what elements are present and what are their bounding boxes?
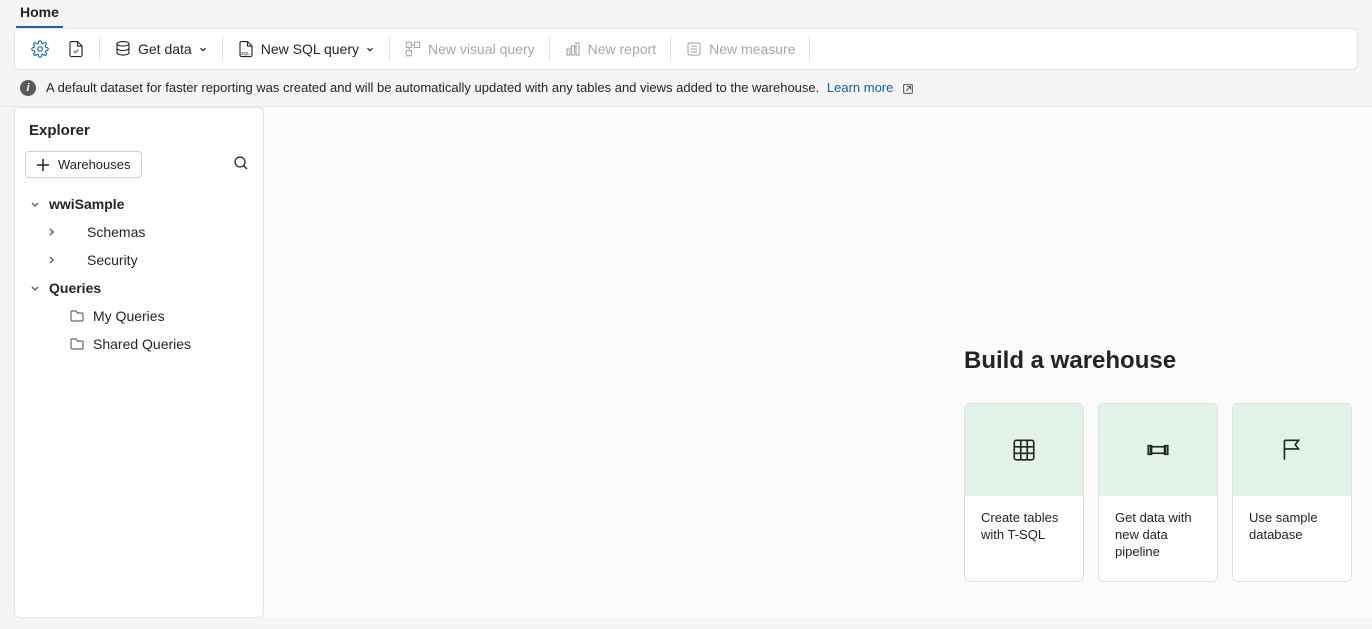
warehouse-label: wwiSample xyxy=(49,196,124,212)
add-warehouses-button[interactable]: Warehouses xyxy=(25,151,142,178)
refresh-button[interactable] xyxy=(59,36,93,62)
card-get-data-pipeline-label: Get data with new data pipeline xyxy=(1099,496,1217,581)
new-report-button: New report xyxy=(556,36,664,62)
info-text: A default dataset for faster reporting w… xyxy=(46,80,915,96)
chevron-right-icon xyxy=(45,254,57,266)
toolbar-separator xyxy=(389,37,390,61)
plus-icon xyxy=(36,158,50,172)
database-icon xyxy=(114,40,132,58)
new-visual-query-button: New visual query xyxy=(396,36,543,62)
toolbar-separator xyxy=(549,37,550,61)
tree-node-queries[interactable]: Queries xyxy=(25,274,253,302)
security-label: Security xyxy=(87,252,138,268)
toolbar: Get data SQL New SQL query New visual qu… xyxy=(14,28,1358,70)
search-icon xyxy=(233,155,249,171)
shared-queries-label: Shared Queries xyxy=(93,336,191,352)
tab-home[interactable]: Home xyxy=(16,0,63,28)
toolbar-separator xyxy=(809,37,810,61)
refresh-icon xyxy=(67,40,85,58)
toolbar-separator xyxy=(670,37,671,61)
get-data-label: Get data xyxy=(138,41,192,57)
tree-node-shared-queries[interactable]: Shared Queries xyxy=(25,330,253,358)
new-sql-query-label: New SQL query xyxy=(261,41,359,57)
info-bar: i A default dataset for faster reporting… xyxy=(0,70,1372,107)
new-measure-button: New measure xyxy=(677,36,803,62)
new-report-label: New report xyxy=(588,41,656,57)
new-sql-query-button[interactable]: SQL New SQL query xyxy=(229,36,383,62)
learn-more-link[interactable]: Learn more xyxy=(827,80,893,95)
toolbar-separator xyxy=(222,37,223,61)
build-cards: Create tables with T-SQL Get data with n… xyxy=(964,403,1352,582)
chevron-right-icon xyxy=(45,226,57,238)
report-icon xyxy=(564,40,582,58)
settings-button[interactable] xyxy=(23,36,57,62)
tree-node-schemas[interactable]: Schemas xyxy=(25,218,253,246)
card-get-data-pipeline[interactable]: Get data with new data pipeline xyxy=(1098,403,1218,582)
tab-bar: Home xyxy=(0,0,1372,28)
folder-icon xyxy=(69,308,85,324)
card-use-sample-label: Use sample database xyxy=(1233,496,1351,564)
chevron-down-icon xyxy=(365,44,375,54)
schemas-label: Schemas xyxy=(87,224,145,240)
info-icon: i xyxy=(20,80,36,96)
tree-node-my-queries[interactable]: My Queries xyxy=(25,302,253,330)
sql-file-icon: SQL xyxy=(237,40,255,58)
queries-label: Queries xyxy=(49,280,101,296)
main-content: Build a warehouse Create tables with T-S… xyxy=(264,107,1372,618)
toolbar-separator xyxy=(99,37,100,61)
chevron-down-icon xyxy=(198,44,208,54)
pipeline-icon xyxy=(1099,404,1217,496)
chevron-down-icon xyxy=(29,198,41,210)
svg-text:SQL: SQL xyxy=(240,51,250,56)
card-create-tables-label: Create tables with T-SQL xyxy=(965,496,1083,564)
explorer-panel: Explorer Warehouses wwiSample Schemas xyxy=(14,107,264,618)
card-create-tables[interactable]: Create tables with T-SQL xyxy=(964,403,1084,582)
tree-node-warehouse[interactable]: wwiSample xyxy=(25,190,253,218)
add-warehouses-label: Warehouses xyxy=(58,157,131,172)
chevron-down-icon xyxy=(29,282,41,294)
table-icon xyxy=(965,404,1083,496)
folder-icon xyxy=(69,336,85,352)
new-visual-query-label: New visual query xyxy=(428,41,535,57)
external-link-icon xyxy=(901,82,915,96)
new-measure-label: New measure xyxy=(709,41,795,57)
gear-icon xyxy=(31,40,49,58)
tree-node-security[interactable]: Security xyxy=(25,246,253,274)
my-queries-label: My Queries xyxy=(93,308,165,324)
get-data-button[interactable]: Get data xyxy=(106,36,216,62)
explorer-title: Explorer xyxy=(25,122,253,139)
search-button[interactable] xyxy=(229,151,253,178)
flag-icon xyxy=(1233,404,1351,496)
build-warehouse-title: Build a warehouse xyxy=(964,347,1352,375)
measure-icon xyxy=(685,40,703,58)
visual-query-icon xyxy=(404,40,422,58)
card-use-sample[interactable]: Use sample database xyxy=(1232,403,1352,582)
